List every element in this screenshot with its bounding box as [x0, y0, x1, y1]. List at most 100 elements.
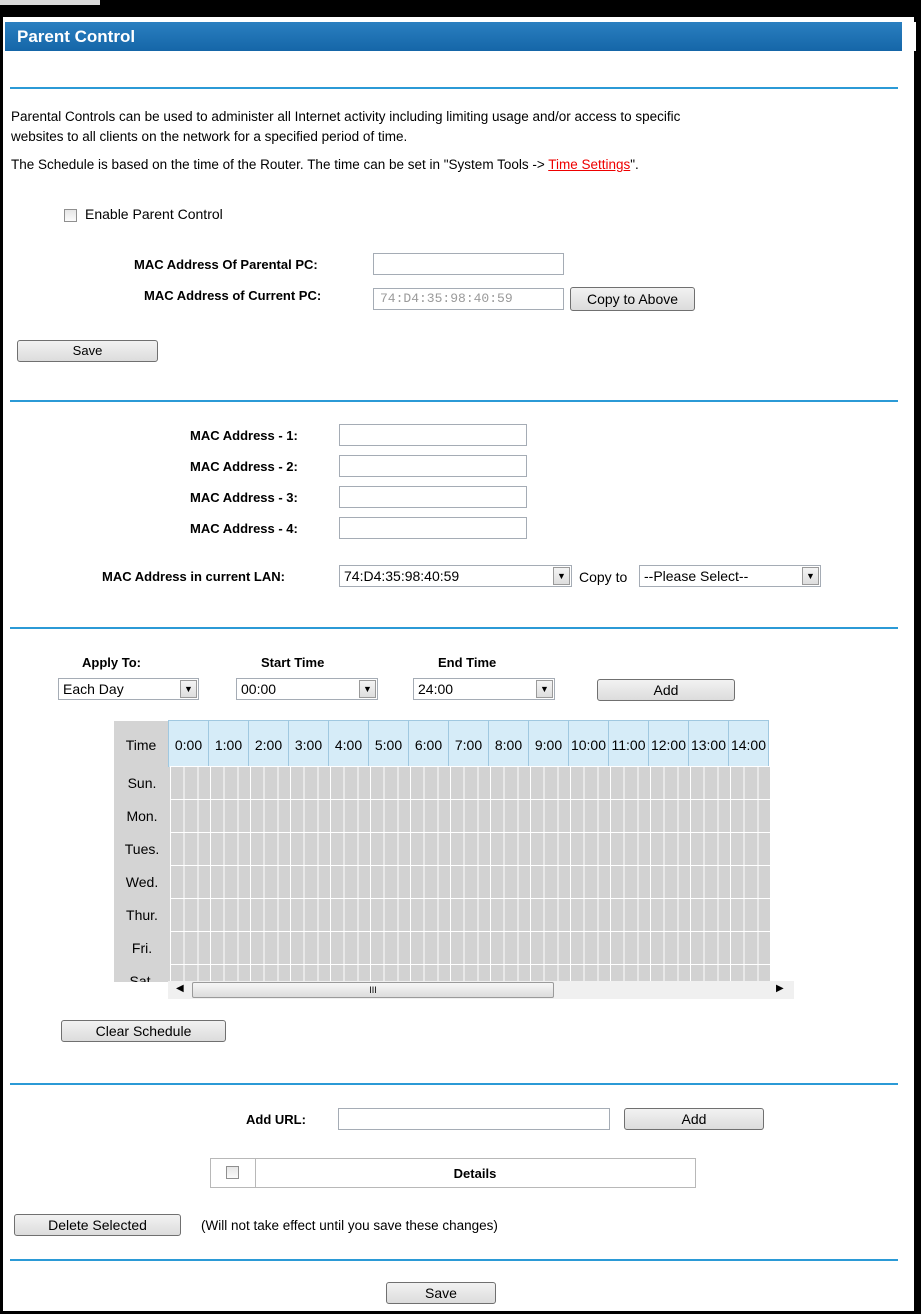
schedule-cell[interactable] [610, 832, 651, 866]
schedule-cell[interactable] [170, 766, 211, 800]
apply-to-select[interactable]: Each Day ▼ [58, 678, 199, 700]
save-parent-button[interactable]: Save [17, 340, 158, 362]
schedule-cell[interactable] [650, 964, 691, 982]
schedule-cell[interactable] [410, 898, 451, 932]
schedule-cell[interactable] [370, 832, 411, 866]
mac-address-4-input[interactable] [339, 517, 527, 539]
schedule-cell[interactable] [290, 964, 331, 982]
schedule-cell[interactable] [490, 766, 531, 800]
schedule-cell[interactable] [250, 964, 291, 982]
schedule-cell[interactable] [650, 766, 691, 800]
schedule-cell[interactable] [210, 898, 251, 932]
schedule-cell[interactable] [450, 931, 491, 965]
schedule-cell[interactable] [570, 865, 611, 899]
schedule-cell[interactable] [410, 964, 451, 982]
schedule-cell[interactable] [530, 931, 571, 965]
schedule-cell[interactable] [170, 964, 211, 982]
schedule-cell[interactable] [610, 898, 651, 932]
add-url-input[interactable] [338, 1108, 610, 1130]
schedule-cell[interactable] [690, 766, 731, 800]
schedule-cell[interactable] [650, 931, 691, 965]
schedule-cell[interactable] [450, 799, 491, 833]
schedule-cell[interactable] [250, 931, 291, 965]
scroll-thumb[interactable]: III [192, 982, 554, 998]
schedule-cell[interactable] [570, 799, 611, 833]
schedule-cell[interactable] [530, 799, 571, 833]
schedule-cell[interactable] [650, 865, 691, 899]
copy-to-above-button[interactable]: Copy to Above [570, 287, 695, 311]
schedule-cell[interactable] [370, 766, 411, 800]
schedule-cell[interactable] [410, 799, 451, 833]
schedule-cell[interactable] [570, 832, 611, 866]
schedule-cell[interactable] [170, 799, 211, 833]
schedule-cell[interactable] [490, 832, 531, 866]
current-lan-select[interactable]: 74:D4:35:98:40:59 ▼ [339, 565, 572, 587]
schedule-cell[interactable] [330, 931, 371, 965]
copy-to-select[interactable]: --Please Select-- ▼ [639, 565, 821, 587]
start-time-select[interactable]: 00:00 ▼ [236, 678, 378, 700]
schedule-cell[interactable] [610, 766, 651, 800]
schedule-cell[interactable] [370, 898, 411, 932]
schedule-cell[interactable] [490, 799, 531, 833]
schedule-cell[interactable] [170, 931, 211, 965]
schedule-cell[interactable] [450, 766, 491, 800]
mac-address-3-input[interactable] [339, 486, 527, 508]
schedule-cell[interactable] [250, 799, 291, 833]
mac-address-2-input[interactable] [339, 455, 527, 477]
schedule-cell[interactable] [530, 898, 571, 932]
mac-address-1-input[interactable] [339, 424, 527, 446]
schedule-cell[interactable] [610, 931, 651, 965]
schedule-cell[interactable] [530, 964, 571, 982]
schedule-cell[interactable] [170, 898, 211, 932]
schedule-cell[interactable] [250, 865, 291, 899]
schedule-cell[interactable] [330, 865, 371, 899]
schedule-cell[interactable] [450, 898, 491, 932]
schedule-cell[interactable] [210, 766, 251, 800]
schedule-cell[interactable] [370, 799, 411, 833]
schedule-cell[interactable] [170, 832, 211, 866]
schedule-cell[interactable] [490, 931, 531, 965]
schedule-cell[interactable] [650, 832, 691, 866]
schedule-cell[interactable] [570, 898, 611, 932]
delete-selected-button[interactable]: Delete Selected [14, 1214, 181, 1236]
schedule-cell[interactable] [290, 931, 331, 965]
end-time-select[interactable]: 24:00 ▼ [413, 678, 555, 700]
schedule-cell[interactable] [410, 865, 451, 899]
schedule-cell[interactable] [650, 799, 691, 833]
schedule-cell[interactable] [730, 766, 771, 800]
schedule-cell[interactable] [610, 964, 651, 982]
schedule-cell[interactable] [450, 832, 491, 866]
schedule-cell[interactable] [290, 766, 331, 800]
schedule-cell[interactable] [730, 799, 771, 833]
schedule-cell[interactable] [730, 964, 771, 982]
add-schedule-button[interactable]: Add [597, 679, 735, 701]
schedule-cell[interactable] [250, 898, 291, 932]
schedule-cell[interactable] [290, 832, 331, 866]
schedule-cell[interactable] [610, 865, 651, 899]
schedule-cell[interactable] [530, 766, 571, 800]
schedule-cell[interactable] [690, 898, 731, 932]
schedule-cell[interactable] [610, 799, 651, 833]
enable-parent-control-checkbox[interactable] [64, 209, 77, 222]
schedule-cell[interactable] [570, 931, 611, 965]
parental-pc-mac-input[interactable] [373, 253, 564, 275]
schedule-cell[interactable] [290, 799, 331, 833]
schedule-cell[interactable] [690, 964, 731, 982]
schedule-cell[interactable] [290, 865, 331, 899]
schedule-cell[interactable] [690, 865, 731, 899]
schedule-cell[interactable] [330, 964, 371, 982]
scroll-left-icon[interactable]: ◀ [176, 983, 184, 994]
schedule-cell[interactable] [210, 865, 251, 899]
schedule-cell[interactable] [650, 898, 691, 932]
schedule-cell[interactable] [210, 799, 251, 833]
schedule-cell[interactable] [730, 898, 771, 932]
schedule-cell[interactable] [490, 964, 531, 982]
schedule-cell[interactable] [530, 865, 571, 899]
schedule-cell[interactable] [450, 964, 491, 982]
schedule-cell[interactable] [730, 832, 771, 866]
schedule-cell[interactable] [250, 766, 291, 800]
schedule-cell[interactable] [410, 931, 451, 965]
schedule-cell[interactable] [410, 832, 451, 866]
schedule-cell[interactable] [290, 898, 331, 932]
schedule-horizontal-scrollbar[interactable]: ◀ III ▶ [168, 981, 794, 999]
